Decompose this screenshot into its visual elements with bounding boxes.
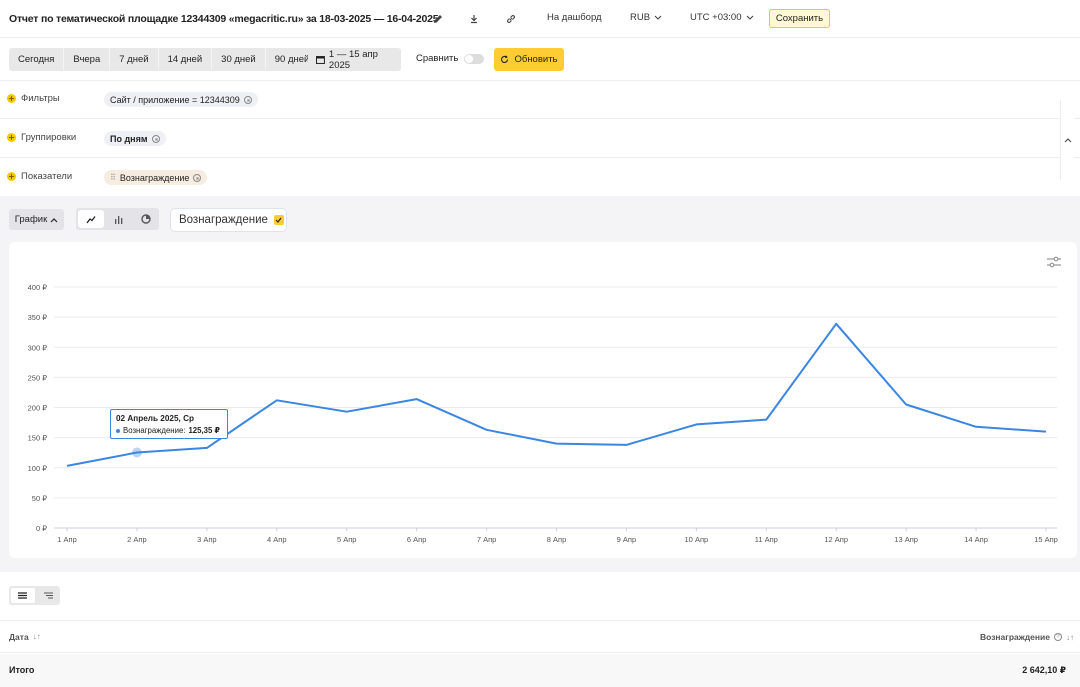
series-marker — [116, 428, 120, 433]
tree-list-icon — [43, 592, 53, 599]
y-tick-label: 150 ₽ — [28, 434, 48, 443]
tooltip-series: Вознаграждение: — [123, 426, 186, 435]
x-tick-label: 12 Апр — [824, 535, 848, 544]
x-tick-label: 6 Апр — [407, 535, 427, 544]
help-icon[interactable]: ? — [1054, 633, 1062, 641]
x-tick-label: 10 Апр — [685, 535, 709, 544]
x-tick-label: 1 Апр — [57, 535, 77, 544]
y-tick-label: 100 ₽ — [28, 464, 48, 473]
table-total-row: Итого 2 642,10 ₽ — [0, 654, 1080, 687]
x-tick-label: 4 Апр — [267, 535, 287, 544]
date-header-label: Дата — [9, 632, 29, 642]
x-tick-label: 8 Апр — [547, 535, 567, 544]
x-tick-label: 11 Апр — [755, 535, 778, 544]
table-view-switch — [9, 586, 60, 605]
x-tick-label: 15 Апр — [1034, 535, 1058, 544]
x-tick-label: 7 Апр — [477, 535, 497, 544]
y-tick-label: 50 ₽ — [32, 494, 47, 503]
x-tick-label: 5 Апр — [337, 535, 357, 544]
y-tick-label: 350 ₽ — [28, 313, 48, 322]
tooltip-value: 125,35 ₽ — [188, 426, 220, 435]
x-tick-label: 3 Апр — [197, 535, 217, 544]
tree-view-button[interactable] — [37, 586, 61, 605]
y-tick-label: 200 ₽ — [28, 404, 48, 413]
sort-icon[interactable]: ↓↑ — [1066, 633, 1074, 642]
flat-view-button[interactable] — [11, 588, 35, 603]
y-tick-label: 400 ₽ — [28, 283, 48, 292]
chart-tooltip: 02 Апрель 2025, Ср Вознаграждение: 125,3… — [110, 409, 228, 439]
highlighted-point — [131, 447, 142, 458]
x-tick-label: 2 Апр — [127, 535, 147, 544]
x-tick-label: 14 Апр — [964, 535, 988, 544]
y-tick-label: 0 ₽ — [36, 524, 47, 533]
sort-icon[interactable]: ↓↑ — [33, 632, 41, 642]
tooltip-row: Вознаграждение: 125,35 ₽ — [116, 426, 222, 435]
x-tick-label: 9 Апр — [617, 535, 637, 544]
date-column-header[interactable]: Дата ↓↑ — [9, 632, 41, 642]
reward-header-label: Вознаграждение — [979, 632, 1050, 642]
total-label: Итого — [9, 665, 35, 675]
y-tick-label: 250 ₽ — [28, 373, 48, 382]
x-tick-label: 13 Апр — [894, 535, 918, 544]
tooltip-title: 02 Апрель 2025, Ср — [116, 414, 194, 423]
y-tick-label: 300 ₽ — [28, 343, 48, 352]
line-chart[interactable]: 0 ₽ 50 ₽ 100 ₽ 150 ₽ 200 ₽ 250 ₽ 300 ₽ 350 ₽ 400… — [0, 0, 1080, 687]
total-value: 2 642,10 ₽ — [1022, 665, 1066, 675]
table-header: Дата ↓↑ Вознаграждение ? ↓↑ — [0, 620, 1080, 653]
series-line — [66, 322, 1047, 467]
reward-column-header[interactable]: Вознаграждение ? ↓↑ — [980, 632, 1074, 642]
list-icon — [18, 592, 28, 599]
